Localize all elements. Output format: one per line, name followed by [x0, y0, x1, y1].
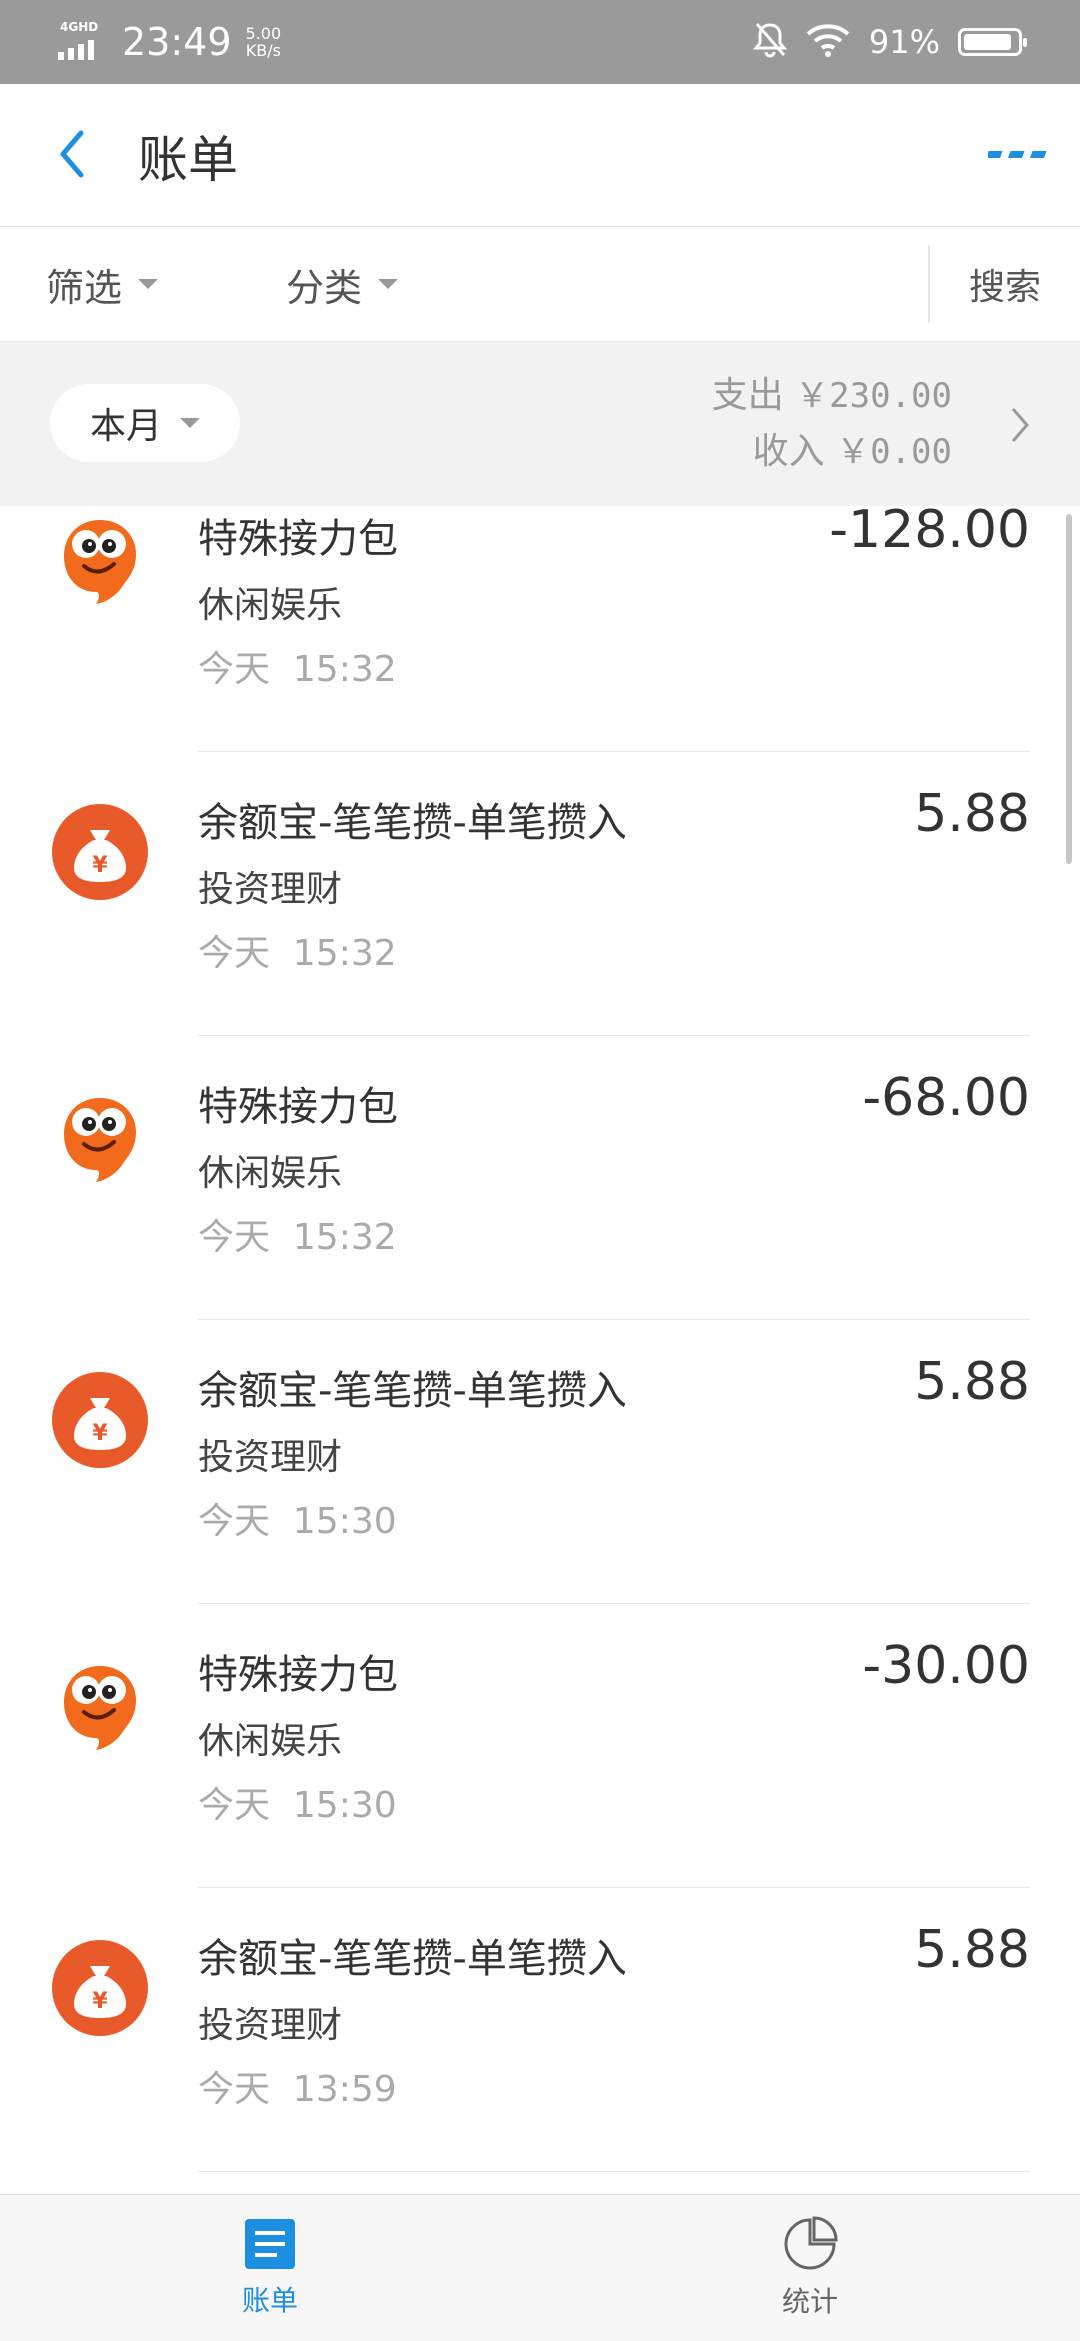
money-bag-icon: ¥ [50, 802, 150, 902]
expense-line: 支出 ￥230.00 [712, 368, 952, 424]
transaction-time: 今天 15:32 [198, 1208, 397, 1260]
tab-bill-label: 账单 [241, 2284, 298, 2317]
tab-stats-label: 统计 [781, 2285, 838, 2318]
transaction-row[interactable]: 特殊接力包休闲娱乐今天 15:32 -128.00 [0, 506, 1080, 752]
transaction-title: 特殊接力包 [198, 516, 398, 562]
caret-down-icon [180, 418, 200, 428]
income-label: 收入 [752, 431, 825, 472]
bottom-nav: 账单 统计 [0, 2194, 1080, 2341]
caret-down-icon [378, 279, 399, 289]
transaction-time: 今天 15:32 [198, 924, 397, 976]
more-dots-icon [988, 151, 1047, 158]
transaction-day: 今天 [198, 649, 271, 690]
transaction-title: 余额宝-笔笔攒-单笔攒入 [198, 1368, 627, 1414]
battery-icon [958, 28, 1027, 56]
transaction-category: 投资理财 [198, 1437, 343, 1478]
transaction-list[interactable]: 特殊接力包 休闲娱乐 今天 15:32 -128.00 ¥ 余额宝-笔笔攒-单笔攒入 投资理… [0, 506, 1080, 2194]
transaction-clock: 15:32 [292, 933, 397, 974]
summary-detail-button[interactable] [1000, 400, 1040, 450]
clock: 23:49 [122, 20, 232, 64]
transaction-amount: -68.00 [862, 1068, 1030, 1128]
battery-percent: 91% [868, 23, 940, 61]
transaction-day: 今天 [198, 1785, 271, 1826]
transaction-category: 休闲娱乐 [198, 1721, 343, 1762]
transaction-row[interactable]: 特殊接力包休闲娱乐今天 15:30 -30.00 [0, 1604, 1080, 1888]
more-button[interactable] [986, 122, 1050, 186]
transaction-clock: 13:59 [292, 2069, 397, 2110]
filter-label: 筛选 [46, 265, 123, 310]
transaction-row[interactable]: ¥ 余额宝-笔笔攒-单笔攒入投资理财今天 15:32 5.88 [0, 752, 1080, 1036]
filter-bar: 筛选 分类 搜索 [0, 227, 1080, 342]
month-selector[interactable]: 本月 [50, 384, 240, 462]
month-label: 本月 [89, 406, 162, 447]
money-bag-icon: ¥ [50, 1938, 150, 2038]
transaction-title: 特殊接力包 [198, 1084, 398, 1130]
transaction-category: 投资理财 [198, 2005, 343, 2046]
transaction-amount: 5.88 [914, 1352, 1030, 1412]
tab-bill[interactable]: 账单 [0, 2195, 540, 2341]
transaction-day: 今天 [198, 1501, 271, 1542]
app-header: 账单 [0, 84, 1080, 227]
transaction-amount: 5.88 [914, 1920, 1030, 1980]
transaction-amount: -30.00 [862, 1636, 1030, 1696]
transaction-time: 今天 15:30 [198, 1492, 397, 1544]
transaction-time: 今天 13:59 [198, 2060, 397, 2112]
category-label: 分类 [286, 265, 363, 310]
transaction-clock: 15:32 [292, 1217, 397, 1258]
network-speed: 5.00 KB/s [246, 25, 282, 59]
network-speed-unit: KB/s [245, 41, 281, 60]
mascot-icon [50, 508, 150, 608]
transaction-time: 今天 15:32 [198, 640, 397, 692]
svg-text:¥: ¥ [92, 1421, 108, 1446]
transaction-day: 今天 [198, 2069, 271, 2110]
transaction-day: 今天 [198, 933, 271, 974]
expense-label: 支出 [711, 375, 784, 416]
month-summary: 本月 支出 ￥230.00 收入 ￥0.00 [0, 342, 1080, 506]
mute-bell-icon [752, 21, 787, 63]
expense-amount: ￥230.00 [795, 376, 952, 416]
divider [198, 2171, 1030, 2172]
signal-icon: 4GHD [58, 20, 108, 64]
transaction-title: 余额宝-笔笔攒-单笔攒入 [198, 1936, 627, 1982]
caret-down-icon [138, 279, 159, 289]
mascot-icon [50, 1086, 150, 1186]
category-dropdown[interactable]: 分类 [286, 227, 399, 341]
transaction-category: 休闲娱乐 [198, 585, 343, 626]
search-button[interactable]: 搜索 [928, 245, 1080, 323]
filter-dropdown[interactable]: 筛选 [46, 227, 159, 341]
money-bag-icon: ¥ [50, 1370, 150, 1470]
transaction-row[interactable]: ¥ 余额宝-笔笔攒-单笔攒入投资理财今天 13:59 5.88 [0, 1888, 1080, 2172]
summary-totals[interactable]: 支出 ￥230.00 收入 ￥0.00 [712, 368, 952, 480]
pie-chart-icon [784, 2216, 838, 2270]
transaction-title: 特殊接力包 [198, 1652, 398, 1698]
network-type: 4GHD [60, 20, 99, 34]
transaction-category: 休闲娱乐 [198, 1153, 343, 1194]
tab-stats[interactable]: 统计 [540, 2195, 1080, 2341]
bill-icon [245, 2219, 295, 2269]
network-speed-value: 5.00 [245, 24, 282, 43]
svg-text:¥: ¥ [92, 853, 108, 878]
transaction-category: 投资理财 [198, 869, 343, 910]
page-title: 账单 [138, 131, 238, 189]
back-button[interactable] [40, 122, 104, 186]
transaction-row[interactable]: ¥ 余额宝-笔笔攒-单笔攒入投资理财今天 15:30 5.88 [0, 1320, 1080, 1604]
transaction-row[interactable]: 特殊接力包休闲娱乐今天 15:32 -68.00 [0, 1036, 1080, 1320]
wifi-icon [805, 22, 851, 62]
transaction-amount: -128.00 [829, 506, 1030, 560]
mascot-icon [50, 1654, 150, 1754]
transaction-title: 余额宝-笔笔攒-单笔攒入 [198, 800, 627, 846]
svg-text:¥: ¥ [92, 1989, 108, 2014]
chevron-left-icon [60, 130, 84, 178]
transaction-clock: 15:30 [292, 1785, 397, 1826]
transaction-time: 今天 15:30 [198, 1776, 397, 1828]
transaction-clock: 15:32 [292, 649, 397, 690]
income-amount: ￥0.00 [836, 432, 952, 472]
transaction-amount: 5.88 [914, 784, 1030, 844]
chevron-right-icon [1011, 408, 1029, 442]
transaction-clock: 15:30 [292, 1501, 397, 1542]
status-bar: 4GHD 23:49 5.00 KB/s 91% [0, 0, 1080, 84]
transaction-day: 今天 [198, 1217, 271, 1258]
income-line: 收入 ￥0.00 [712, 424, 952, 480]
